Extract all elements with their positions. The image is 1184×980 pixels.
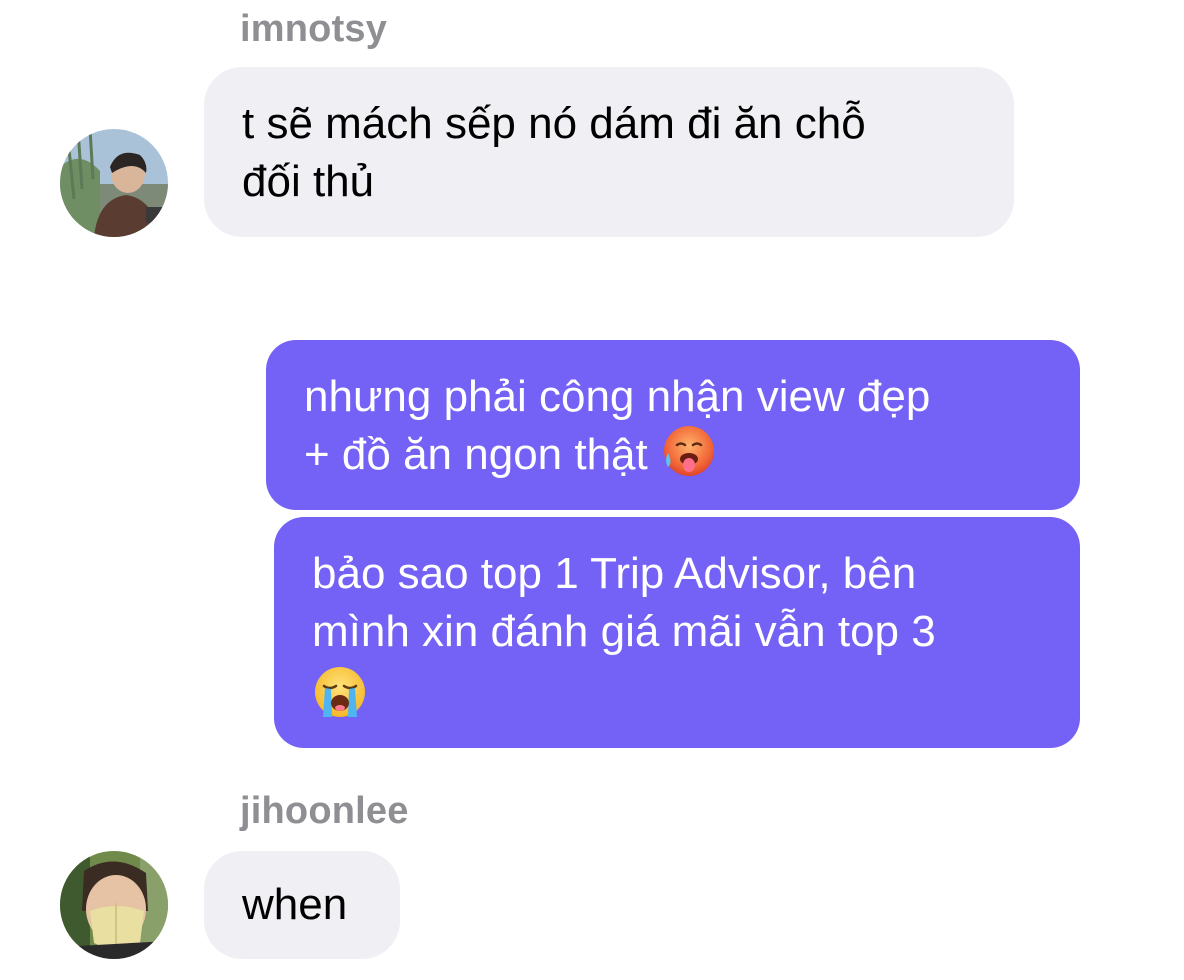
message-bubble-incoming[interactable]: t sẽ mách sếp nó dám đi ăn chỗ đối thủ bbox=[204, 67, 1014, 237]
message-line-with-emoji: + đồ ăn ngon thật bbox=[304, 426, 1080, 485]
hot-face-emoji bbox=[660, 423, 716, 479]
avatar-imnotsy[interactable] bbox=[60, 129, 168, 237]
chat-thread[interactable]: imnotsy t sẽ mách sếp nó dám đi ăn chỗ đ… bbox=[0, 0, 1184, 980]
message-line: bảo sao top 1 Trip Advisor, bên bbox=[312, 549, 917, 598]
message-line: đối thủ bbox=[242, 157, 375, 206]
avatar-photo bbox=[60, 129, 168, 237]
message-line: t sẽ mách sếp nó dám đi ăn chỗ bbox=[242, 99, 866, 148]
message-line: when bbox=[242, 880, 348, 929]
message-line: mình xin đánh giá mãi vẫn top 3 bbox=[312, 607, 936, 656]
sender-name: imnotsy bbox=[240, 8, 388, 50]
message-bubble-outgoing[interactable]: nhưng phải công nhận view đẹp + đồ ăn ng… bbox=[266, 340, 1080, 510]
loudly-crying-face-emoji bbox=[312, 664, 368, 720]
message-bubble-outgoing[interactable]: bảo sao top 1 Trip Advisor, bên mình xin… bbox=[274, 517, 1080, 748]
avatar-jihoonlee[interactable] bbox=[60, 851, 168, 959]
avatar-photo bbox=[60, 851, 168, 959]
sender-name: jihoonlee bbox=[240, 790, 409, 832]
message-line-emoji bbox=[312, 661, 1080, 720]
message-text: + đồ ăn ngon thật bbox=[304, 430, 648, 479]
message-line: nhưng phải công nhận view đẹp bbox=[304, 372, 931, 421]
message-bubble-incoming[interactable]: when bbox=[204, 851, 400, 959]
